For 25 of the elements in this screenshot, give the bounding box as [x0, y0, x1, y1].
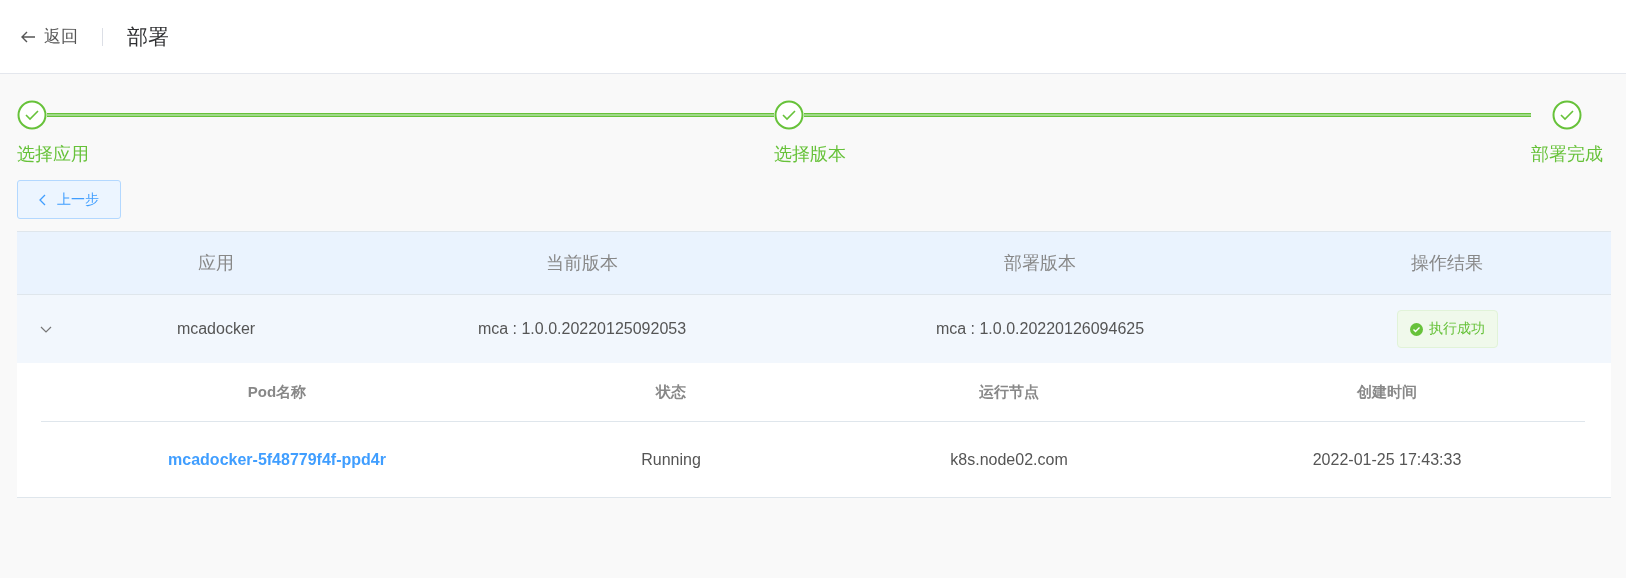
table-cell-text: k8s.node02.com: [949, 450, 1069, 469]
arrow-left-icon: [20, 29, 36, 44]
table-cell-text: mca : 1.0.0.20220126094625: [934, 320, 1146, 338]
page-title: 部署: [127, 23, 169, 50]
chevron-left-icon: [39, 193, 47, 206]
table-cell-text: Running: [640, 450, 702, 469]
table-cell-text: mca : 1.0.0.20220125092053: [476, 320, 688, 338]
result-tag: 执行成功: [1396, 310, 1498, 348]
column-header: 创建时间: [1356, 382, 1418, 402]
previous-button[interactable]: 上一步: [17, 180, 121, 219]
column-header: Pod名称: [246, 382, 308, 402]
step-label: 选择应用: [17, 143, 90, 166]
table-cell-text: 2022-01-25 17:43:33: [1311, 450, 1463, 469]
step-label: 选择版本: [774, 143, 847, 166]
pod-name-link[interactable]: mcadocker-5f48779f4f-ppd4r: [168, 450, 386, 468]
step-label: 部署完成: [1531, 143, 1603, 166]
check-circle-icon: [1409, 322, 1423, 336]
table-cell-text: mcadocker: [175, 320, 257, 338]
column-header: 当前版本: [545, 252, 619, 275]
column-header: 状态: [654, 382, 687, 402]
column-header: 应用: [197, 252, 235, 275]
back-link[interactable]: 返回: [20, 25, 78, 48]
column-header: 运行节点: [978, 382, 1040, 402]
column-header: 部署版本: [1003, 252, 1077, 275]
column-header: 操作结果: [1410, 252, 1484, 275]
